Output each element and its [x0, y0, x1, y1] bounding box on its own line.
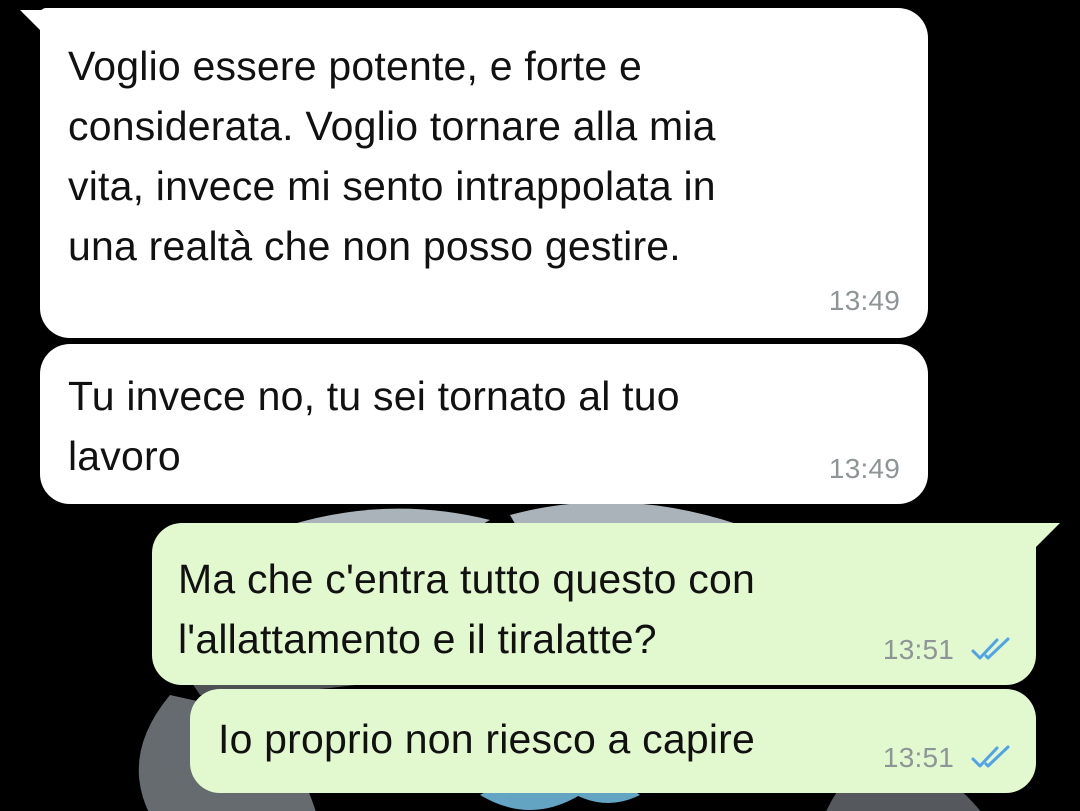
message-text: Voglio essere potente, e forte e conside… [68, 43, 716, 269]
message-text: Tu invece no, tu sei tornato al tuo lavo… [68, 373, 680, 479]
message-timestamp: 13:49 [828, 453, 900, 484]
message-timestamp: 13:51 [882, 634, 954, 665]
incoming-message[interactable]: Voglio essere potente, e forte e conside… [40, 8, 928, 338]
chat-conversation[interactable]: Voglio essere potente, e forte e conside… [0, 0, 1080, 811]
outgoing-message[interactable]: Ma che c'entra tutto questo con l'allatt… [152, 523, 1036, 685]
double-check-read-icon [971, 637, 1010, 660]
message-timestamp: 13:51 [882, 742, 954, 773]
double-check-read-icon [971, 745, 1010, 768]
incoming-message[interactable]: Tu invece no, tu sei tornato al tuo lavo… [40, 344, 928, 504]
outgoing-message[interactable]: Io proprio non riesco a capire 13:51 [190, 689, 1036, 793]
message-timestamp: 13:49 [828, 285, 900, 316]
